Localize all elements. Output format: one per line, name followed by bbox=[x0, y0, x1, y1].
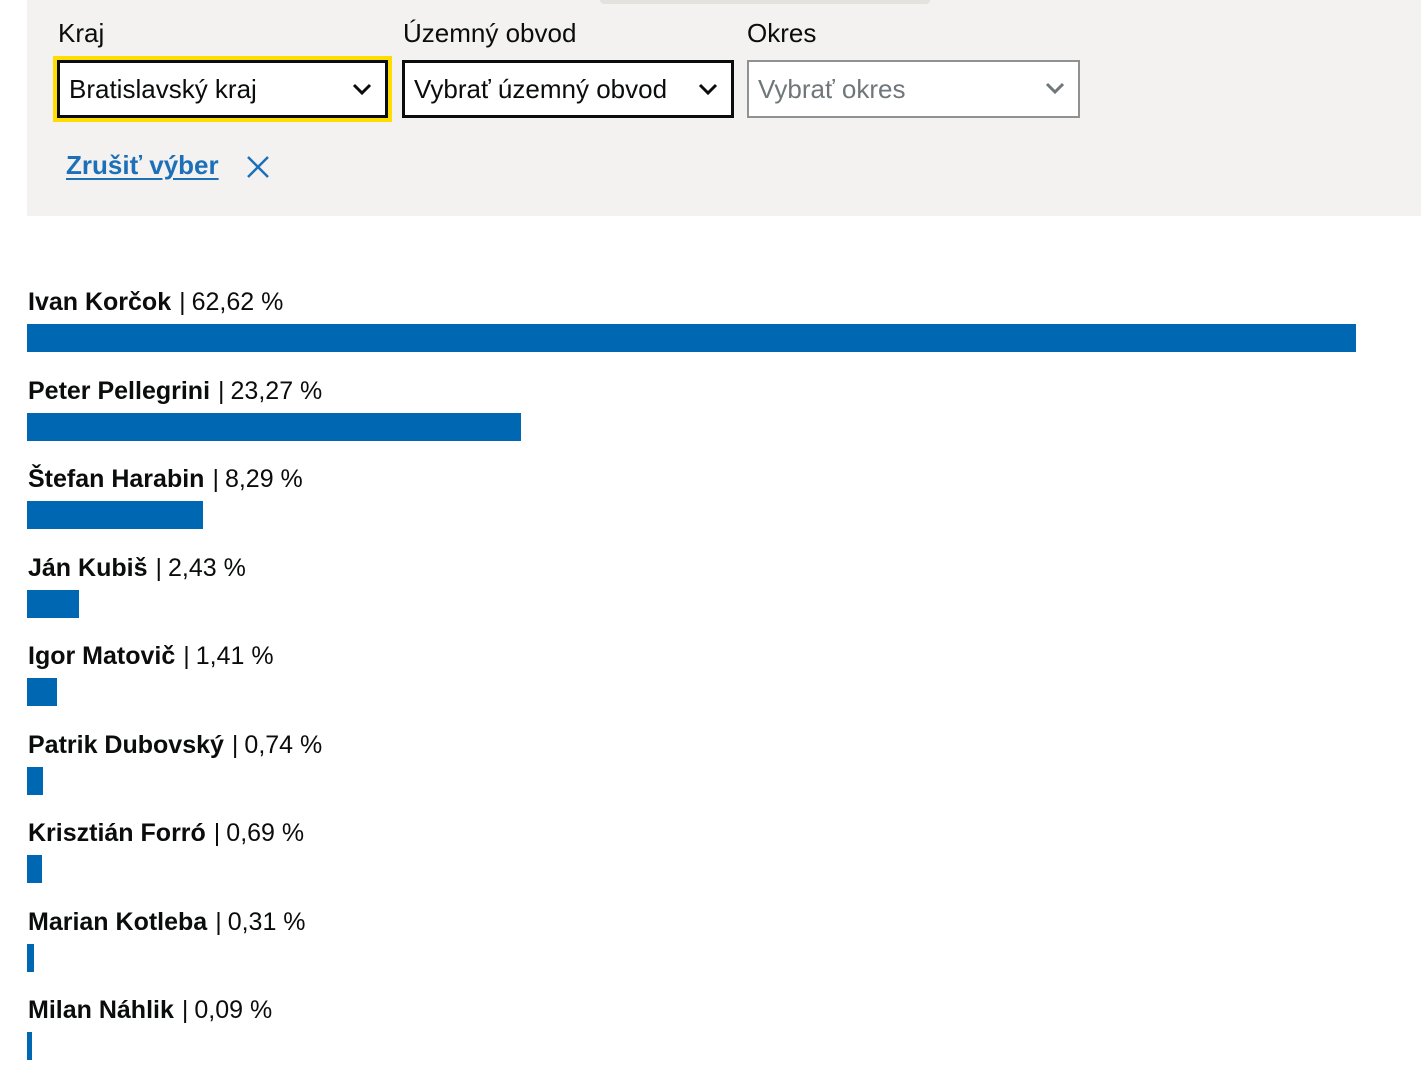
candidate-row: Marian Kotleba | 0,31 % bbox=[27, 900, 1367, 988]
candidate-row: Štefan Harabin | 8,29 % bbox=[27, 457, 1367, 545]
uzemny-obvod-label: Územný obvod bbox=[403, 18, 577, 48]
candidate-bar bbox=[27, 413, 521, 441]
candidate-bar bbox=[27, 1032, 32, 1060]
candidate-percent: 23,27 % bbox=[230, 377, 323, 405]
candidate-row: Igor Matovič | 1,41 % bbox=[27, 634, 1367, 722]
candidate-name: Ján Kubiš bbox=[28, 554, 148, 582]
candidate-label: Peter Pellegrini | 23,27 % bbox=[28, 377, 322, 406]
candidate-label: Milan Náhlik | 0,09 % bbox=[28, 996, 272, 1025]
candidate-percent: 0,74 % bbox=[244, 731, 323, 759]
candidate-name: Ivan Korčok bbox=[28, 288, 172, 316]
candidate-label: Ivan Korčok | 62,62 % bbox=[28, 288, 283, 317]
label-separator: | bbox=[215, 908, 222, 936]
candidate-bar bbox=[27, 590, 79, 618]
candidate-bar bbox=[27, 944, 34, 972]
candidate-label: Patrik Dubovský | 0,74 % bbox=[28, 731, 322, 760]
label-separator: | bbox=[181, 996, 189, 1024]
uzemny-obvod-select-value: Vybrať územný obvod bbox=[414, 73, 668, 104]
candidate-row: Milan Náhlik | 0,09 % bbox=[27, 988, 1367, 1076]
candidate-bar bbox=[27, 324, 1356, 352]
candidate-percent: 62,62 % bbox=[191, 288, 284, 316]
label-separator: | bbox=[183, 642, 190, 670]
uzemny-obvod-select[interactable]: Vybrať územný obvod bbox=[402, 60, 734, 118]
chevron-down-icon bbox=[352, 83, 372, 96]
candidate-name: Patrik Dubovský bbox=[28, 731, 224, 759]
candidate-name: Krisztián Forró bbox=[28, 819, 206, 847]
chevron-down-icon bbox=[698, 83, 718, 96]
candidate-row: Patrik Dubovský | 0,74 % bbox=[27, 723, 1367, 811]
candidate-label: Krisztián Forró | 0,69 % bbox=[28, 819, 304, 848]
candidate-bar bbox=[27, 767, 43, 795]
candidate-name: Marian Kotleba bbox=[28, 908, 208, 936]
candidate-row: Krisztián Forró | 0,69 % bbox=[27, 811, 1367, 899]
candidate-label: Igor Matovič | 1,41 % bbox=[28, 642, 274, 671]
candidate-row: Peter Pellegrini | 23,27 % bbox=[27, 369, 1367, 457]
candidate-percent: 8,29 % bbox=[224, 465, 303, 493]
candidate-name: Igor Matovič bbox=[28, 642, 176, 670]
candidate-label: Štefan Harabin | 8,29 % bbox=[28, 465, 303, 494]
label-separator: | bbox=[212, 465, 219, 493]
top-shadow bbox=[600, 0, 930, 4]
candidate-row: Ivan Korčok | 62,62 % bbox=[27, 280, 1367, 368]
chevron-down-icon bbox=[1045, 82, 1065, 95]
candidate-percent: 2,43 % bbox=[167, 554, 246, 582]
label-separator: | bbox=[218, 377, 225, 405]
label-separator: | bbox=[155, 554, 162, 582]
label-separator: | bbox=[179, 288, 186, 316]
candidate-row: Ján Kubiš | 2,43 % bbox=[27, 546, 1367, 634]
candidate-name: Milan Náhlik bbox=[28, 996, 174, 1024]
candidate-bar bbox=[27, 501, 203, 529]
candidate-name: Štefan Harabin bbox=[28, 465, 205, 493]
okres-label: Okres bbox=[747, 18, 817, 48]
candidate-label: Marian Kotleba | 0,31 % bbox=[28, 908, 306, 937]
label-separator: | bbox=[213, 819, 221, 847]
candidate-percent: 0,69 % bbox=[226, 819, 305, 847]
close-icon[interactable] bbox=[246, 155, 270, 179]
candidate-percent: 1,41 % bbox=[195, 642, 274, 670]
candidate-name: Peter Pellegrini bbox=[28, 377, 211, 405]
label-separator: | bbox=[231, 731, 239, 759]
candidate-label: Ján Kubiš | 2,43 % bbox=[28, 554, 246, 583]
candidate-percent: 0,09 % bbox=[194, 996, 273, 1024]
clear-selection-link[interactable]: Zrušiť výber bbox=[66, 150, 219, 181]
kraj-select-value: Bratislavský kraj bbox=[69, 73, 257, 104]
kraj-select[interactable]: Bratislavský kraj bbox=[53, 56, 392, 122]
okres-select-value: Vybrať okres bbox=[758, 73, 906, 104]
okres-select[interactable]: Vybrať okres bbox=[747, 60, 1080, 118]
candidate-bar bbox=[27, 855, 42, 883]
candidate-bar bbox=[27, 678, 57, 706]
candidate-percent: 0,31 % bbox=[227, 908, 306, 936]
kraj-label: Kraj bbox=[58, 18, 105, 48]
